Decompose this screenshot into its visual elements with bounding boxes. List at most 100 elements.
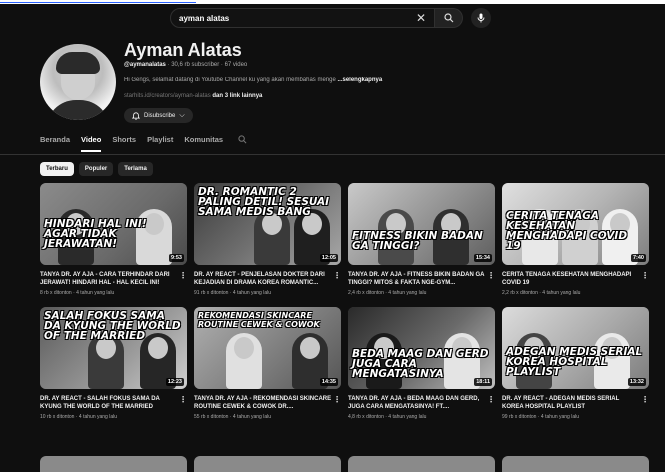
video-duration: 18:11 <box>474 378 492 386</box>
video-title[interactable]: TANYA DR. AY AJA - REKOMENDASI SKINCARE … <box>194 395 332 411</box>
thumbnail-background <box>348 183 495 265</box>
video-title[interactable]: TANYA DR. AY AJA - FITNESS BIKIN BADAN G… <box>348 271 486 287</box>
video-duration: 15:34 <box>473 254 492 262</box>
search-icon <box>238 135 247 144</box>
video-grid: HINDARI HAL INI! AGAR TIDAK JERAWATAN! 9… <box>40 183 650 420</box>
video-meta: 2,4 rb x ditonton · 4 tahun yang lalu <box>348 290 427 296</box>
video-duration: 14:35 <box>319 378 338 386</box>
search-icon <box>443 13 453 23</box>
thumbnail-headline: DR. ROMANTIC 2 PALING DETIL! SESUAI SAMA… <box>198 186 329 218</box>
thumbnail-headline: FITNESS BIKIN BADAN GA TINGGI? <box>352 230 483 252</box>
video-duration: 12:05 <box>319 254 338 262</box>
channel-links-more[interactable]: dan 3 link lainnya <box>212 93 262 99</box>
video-thumbnail[interactable]: SALAH FOKUS SAMA DA KYUNG THE WORLD OF T… <box>40 307 187 389</box>
video-card[interactable]: CERITA TENAGA KESEHATAN MENGHADAPI COVID… <box>502 183 649 296</box>
tab-komunitas[interactable]: Komunitas <box>184 135 223 152</box>
channel-meta: @aymanalatas · 30,6 rb subscriber · 67 v… <box>124 62 247 68</box>
chip-terlama[interactable]: Terlama <box>118 162 153 176</box>
next-row-thumbnails <box>40 456 650 472</box>
tab-shorts[interactable]: Shorts <box>112 135 136 152</box>
video-thumbnail[interactable]: DR. ROMANTIC 2 PALING DETIL! SESUAI SAMA… <box>194 183 341 265</box>
description-more-link[interactable]: ...selengkapnya <box>337 77 382 83</box>
video-thumbnail[interactable]: BEDA MAAG DAN GERD JUGA CARA MENGATASINY… <box>348 307 495 389</box>
tab-video[interactable]: Video <box>81 135 102 152</box>
channel-name: Ayman Alatas <box>124 40 242 60</box>
avatar-hair <box>56 52 100 74</box>
subscribed-label: Disubscribe <box>144 112 176 119</box>
tabs-divider <box>0 154 665 155</box>
video-card[interactable]: ADEGAN MEDIS SERIAL KOREA HOSPITAL PLAYL… <box>502 307 649 420</box>
video-card[interactable]: BEDA MAAG DAN GERD JUGA CARA MENGATASINY… <box>348 307 495 420</box>
video-duration: 9:53 <box>168 254 184 262</box>
video-duration: 12:23 <box>165 378 184 386</box>
video-thumbnail[interactable] <box>40 456 187 472</box>
video-thumbnail[interactable]: HINDARI HAL INI! AGAR TIDAK JERAWATAN! 9… <box>40 183 187 265</box>
video-card[interactable]: SALAH FOKUS SAMA DA KYUNG THE WORLD OF T… <box>40 307 187 420</box>
more-options-icon[interactable]: ⋮ <box>487 395 495 404</box>
video-card[interactable]: FITNESS BIKIN BADAN GA TINGGI? 15:34 TAN… <box>348 183 495 296</box>
chevron-down-icon: ⌵ <box>179 111 185 119</box>
video-title[interactable]: DR. AY REACT - ADEGAN MEDIS SERIAL KOREA… <box>502 395 640 411</box>
channel-links[interactable]: starhits.id/creators/ayman-alatas dan 3 … <box>124 93 262 99</box>
thumbnail-headline: SALAH FOKUS SAMA DA KYUNG THE WORLD OF T… <box>44 310 181 342</box>
video-thumbnail[interactable] <box>194 456 341 472</box>
video-thumbnail[interactable] <box>502 456 649 472</box>
sort-chips: Terbaru Populer Terlama <box>40 162 153 176</box>
video-meta: 55 rb x ditonton · 4 tahun yang lalu <box>194 414 271 420</box>
video-meta: 4,8 rb x ditonton · 4 tahun yang lalu <box>348 414 427 420</box>
more-options-icon[interactable]: ⋮ <box>333 271 341 280</box>
video-thumbnail[interactable]: CERITA TENAGA KESEHATAN MENGHADAPI COVID… <box>502 183 649 265</box>
video-duration: 13:32 <box>627 378 646 386</box>
video-card[interactable]: DR. ROMANTIC 2 PALING DETIL! SESUAI SAMA… <box>194 183 341 296</box>
video-title[interactable]: TANYA DR. AY AJA - BEDA MAAG DAN GERD, J… <box>348 395 486 411</box>
video-title[interactable]: DR. AY REACT - PENJELASAN DOKTER DARI KE… <box>194 271 332 287</box>
video-card[interactable]: HINDARI HAL INI! AGAR TIDAK JERAWATAN! 9… <box>40 183 187 296</box>
video-thumbnail[interactable] <box>348 456 495 472</box>
more-options-icon[interactable]: ⋮ <box>641 395 649 404</box>
search-button[interactable] <box>435 8 463 28</box>
top-link-underline[interactable] <box>0 0 196 3</box>
video-thumbnail[interactable]: REKOMENDASI SKINCARE ROUTINE CEWEK & COW… <box>194 307 341 389</box>
video-title[interactable]: CERITA TENAGA KESEHATAN MENGHADAPI COVID… <box>502 271 640 287</box>
video-card[interactable]: REKOMENDASI SKINCARE ROUTINE CEWEK & COW… <box>194 307 341 420</box>
video-meta: 91 rb x ditonton · 4 tahun yang lalu <box>194 290 271 296</box>
more-options-icon[interactable]: ⋮ <box>179 271 187 280</box>
thumbnail-headline: CERITA TENAGA KESEHATAN MENGHADAPI COVID… <box>506 210 628 252</box>
tab-beranda[interactable]: Beranda <box>40 135 70 152</box>
video-meta: 8 rb x ditonton · 4 tahun yang lalu <box>40 290 115 296</box>
thumbnail-headline: HINDARI HAL INI! AGAR TIDAK JERAWATAN! <box>44 218 147 250</box>
video-meta: 99 rb x ditonton · 4 tahun yang lalu <box>502 414 579 420</box>
video-duration: 7:40 <box>630 254 646 262</box>
channel-tabs: Beranda Video Shorts Playlist Komunitas <box>40 135 258 152</box>
channel-description[interactable]: Hi Gengs, selamat datang di Youtube Chan… <box>124 77 454 83</box>
subscribed-button[interactable]: Disubscribe ⌵ <box>124 108 193 123</box>
video-thumbnail[interactable]: FITNESS BIKIN BADAN GA TINGGI? 15:34 <box>348 183 495 265</box>
chip-populer[interactable]: Populer <box>78 162 114 176</box>
channel-search-button[interactable] <box>238 135 247 152</box>
video-title[interactable]: TANYA DR. AY AJA - CARA TERHINDAR DARI J… <box>40 271 178 287</box>
chip-terbaru[interactable]: Terbaru <box>40 162 74 176</box>
video-title[interactable]: DR. AY REACT - SALAH FOKUS SAMA DA KYUNG… <box>40 395 178 411</box>
browser-top-strip <box>0 0 665 4</box>
search-input[interactable] <box>179 13 412 23</box>
clear-icon[interactable]: ✕ <box>416 11 426 25</box>
tab-playlist[interactable]: Playlist <box>147 135 173 152</box>
search-bar: ✕ <box>170 8 491 28</box>
more-options-icon[interactable]: ⋮ <box>641 271 649 280</box>
voice-search-button[interactable] <box>471 8 491 28</box>
search-box[interactable]: ✕ <box>170 8 435 28</box>
channel-stats: · 30,6 rb subscriber · 67 video <box>167 62 248 68</box>
more-options-icon[interactable]: ⋮ <box>333 395 341 404</box>
channel-avatar[interactable] <box>40 44 116 120</box>
video-meta: 10 rb x ditonton · 4 tahun yang lalu <box>40 414 117 420</box>
thumbnail-headline: REKOMENDASI SKINCARE ROUTINE CEWEK & COW… <box>198 311 320 329</box>
avatar-shirt <box>46 100 110 120</box>
more-options-icon[interactable]: ⋮ <box>179 395 187 404</box>
video-thumbnail[interactable]: ADEGAN MEDIS SERIAL KOREA HOSPITAL PLAYL… <box>502 307 649 389</box>
thumbnail-headline: ADEGAN MEDIS SERIAL KOREA HOSPITAL PLAYL… <box>506 346 643 378</box>
channel-handle: @aymanalatas <box>124 62 166 68</box>
video-meta: 2,2 rb x ditonton · 4 tahun yang lalu <box>502 290 581 296</box>
more-options-icon[interactable]: ⋮ <box>487 271 495 280</box>
bell-icon <box>132 111 140 120</box>
channel-link[interactable]: starhits.id/creators/ayman-alatas <box>124 93 211 99</box>
